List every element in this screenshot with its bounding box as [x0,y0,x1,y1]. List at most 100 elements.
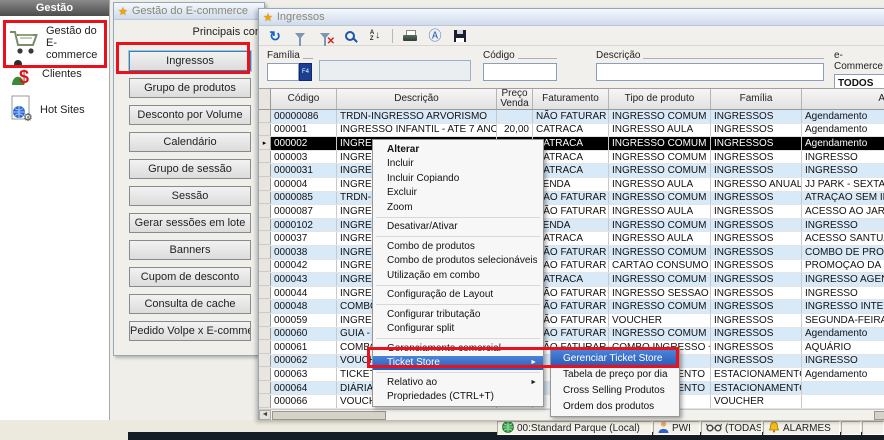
refresh-icon[interactable]: ↻ [267,28,283,44]
submenu-item-tabela-de-pre-o-por-dia[interactable]: Tabela de preço por dia [551,366,679,382]
descricao-input[interactable] [596,63,824,81]
grid-row-000038[interactable]: 000038INGRESSNÃO FATURARINGRESSO COMUMIN… [259,246,884,260]
button-desconto-por-volume[interactable]: Desconto por Volume [129,105,251,125]
button-gerar-sess-es-em-lote[interactable]: Gerar sessões em lote [129,213,251,233]
column-header-fam-lia[interactable]: Família [711,89,802,109]
statusbar-view-text: (TODAS) [725,423,762,434]
statusbar-panel-empty-2 [862,421,884,435]
filter-icon[interactable] [292,28,308,44]
cell: 000059 [271,314,337,327]
menu-item-zoom[interactable]: Zoom [373,200,543,215]
menu-item-utiliza-o-em-combo[interactable]: Utilização em combo [373,268,543,283]
grid-row-0000085[interactable]: 0000085TRDN-INGNÃO FATURARINGRESSO COMUM… [259,192,884,206]
menu-item-relativo-ao[interactable]: Relativo ao► [373,375,543,390]
menu-item-combo-de-produtos-selecion-veis[interactable]: Combo de produtos selecionáveis [373,254,543,269]
auto-badge-icon[interactable]: Ⓐ [427,28,443,44]
menu-item-excluir[interactable]: Excluir [373,186,543,201]
grid-row-000060[interactable]: 000060GUIA - CONÃO FATURARINGRESSO COMUM… [259,328,884,342]
ecommerce-window-titlebar[interactable]: ★ Gestão do E-commerce [114,3,264,20]
grid-row-000059[interactable]: 000059INGRESSNÃO FATURARVOUCHERINGRESSOS… [259,314,884,328]
zoom-icon[interactable] [342,28,358,44]
menu-item-label: Ticket Store [387,357,530,368]
scrollbar-thumb[interactable] [272,411,386,420]
column-header-descri-o[interactable]: Descrição [337,89,497,109]
button-grupo-de-sess-o[interactable]: Grupo de sessão [129,159,251,179]
button-ingressos[interactable]: Ingressos [129,51,251,71]
column-header-faturamento[interactable]: Faturamento [533,89,609,109]
menu-item-alterar[interactable]: Alterar [373,142,543,157]
statusbar: 00:Standard Parque (Local) PWI (TODAS) A… [0,420,884,440]
cell: CATRACA [533,124,609,137]
codigo-input[interactable] [483,63,557,81]
button-consulta-de-cache[interactable]: Consulta de cache [129,294,251,314]
clear-filter-icon[interactable]: ✕ [317,28,333,44]
sidebar-item-clientes[interactable]: $ Clientes [8,58,100,89]
row-gutter [259,382,271,395]
scroll-left-arrow-icon[interactable]: ◄ [259,410,271,420]
column-header-a[interactable]: A [802,89,884,109]
button-cupom-de-desconto[interactable]: Cupom de desconto [129,267,251,287]
grid-row-0000102[interactable]: 0000102INGRESSVENDAINGRESSO COMUMINGRESS… [259,219,884,233]
grid-row-00000086[interactable]: 00000086TRDN-INGRESSO ARVORISMONÃO FATUR… [259,110,884,124]
menu-item-gerenciamento-comercial[interactable]: Gerenciamento comercial [373,341,543,356]
grid-row-000003[interactable]: 000003INGRESSCATRACAINGRESSO COMUMINGRES… [259,151,884,165]
cell: VENDA [533,219,609,232]
grid-row-0000031[interactable]: 0000031INGRESSCATRACAINGRESSO COMUMINGRE… [259,164,884,178]
column-header-tipo-de-produto[interactable]: Tipo de produto [609,89,711,109]
cell: 000037 [271,232,337,245]
cell: Agendamento [802,110,884,123]
glasses-icon [706,422,722,435]
print-icon[interactable] [402,28,418,44]
button-sess-o[interactable]: Sessão [129,186,251,206]
statusbar-panel-user[interactable]: PWI [653,421,700,435]
grid-row-000004[interactable]: 000004INGRESSVENDAINGRESSO AULAINGRESSO … [259,178,884,192]
statusbar-panel-alarms[interactable]: ALARMES [763,421,840,435]
familia-lookup-button[interactable]: F4 [299,63,312,81]
menu-item-label: Desativar/Ativar [387,221,537,232]
cell: 000044 [271,287,337,300]
grid-row-000002[interactable]: ▸000002INGRESSCATRACAINGRESSO COMUMINGRE… [259,137,884,151]
statusbar-panel-view[interactable]: (TODAS) [701,421,762,435]
menu-item-combo-de-produtos[interactable]: Combo de produtos [373,239,543,254]
button-pedido-volpe-x-e-commerce[interactable]: Pedido Volpe x E-commerce [129,321,251,341]
submenu-item-gerenciar-ticket-store[interactable]: Gerenciar Ticket Store [551,350,679,366]
grid-row-000044[interactable]: 000044INGRESSNÃO FATURARINGRESSO SESSAO … [259,287,884,301]
menu-item-ticket-store[interactable]: Ticket Store► [373,356,543,371]
menu-item-desativar-ativar[interactable]: Desativar/Ativar [373,220,543,235]
grid-row-000042[interactable]: 000042INGRESSNÃO FATURARCARTÃO CONSUMO -… [259,260,884,274]
scrollbar-right-piece[interactable] [874,411,884,420]
menu-item-configura-o-de-layout[interactable]: Configuração de Layout [373,288,543,303]
grid-row-000043[interactable]: 000043INGRESSCATRACAINGRESSO COMUMINGRES… [259,273,884,287]
button-banners[interactable]: Banners [129,240,251,260]
sidebar-item-hot-sites[interactable]: ⚙ Hot Sites [8,94,98,125]
menu-item-propriedades-ctrl-t[interactable]: Propriedades (CTRL+T) [373,390,543,405]
column-header-c-digo[interactable]: Código [271,89,337,109]
cell: INGRESSO [802,355,884,368]
ingressos-window-titlebar[interactable]: ★ Ingressos [259,9,884,26]
cell: JJ PARK - SEXTA [802,178,884,191]
grid-row-000048[interactable]: 000048COMBO CNÃO FATURARINGRESSO COMUMIN… [259,300,884,314]
cell: NÃO FATURAR [533,192,609,205]
menu-item-label: Relativo ao [387,377,530,388]
grid-row-000001[interactable]: 000001INGRESSO INFANTIL - ATÉ 7 ANOS20,0… [259,124,884,138]
sidebar-item-label: Clientes [42,68,100,80]
sidebar-item-gestao-ecommerce[interactable]: Gestão do E-commerce [8,25,104,61]
grid-row-000037[interactable]: 000037INGRESSCATRACAINGRESSO AULAINGRESS… [259,232,884,246]
column-header-pre-o-venda[interactable]: Preço Venda [497,89,533,109]
grid-row-0000087[interactable]: 0000087INGRESSNÃO FATURARINGRESSO AULAIN… [259,205,884,219]
menu-item-incluir-copiando[interactable]: Incluir Copiando [373,171,543,186]
row-gutter [259,355,271,368]
submenu-item-ordem-dos-produtos[interactable]: Ordem dos produtos [551,398,679,414]
submenu-item-cross-selling-produtos[interactable]: Cross Selling Produtos [551,382,679,398]
familia-input[interactable] [267,63,299,81]
save-icon[interactable] [452,28,468,44]
row-gutter [259,368,271,381]
menu-item-configurar-split[interactable]: Configurar split [373,322,543,337]
cell: 000066 [271,395,337,408]
menu-item-incluir[interactable]: Incluir [373,157,543,172]
button-grupo-de-produtos[interactable]: Grupo de produtos [129,78,251,98]
button-calend-rio[interactable]: Calendário [129,132,251,152]
sort-az-icon[interactable]: AZ↓ [367,28,383,44]
menu-item-configurar-tributa-o[interactable]: Configurar tributação [373,307,543,322]
statusbar-panel-database[interactable]: 00:Standard Parque (Local) [497,421,652,435]
